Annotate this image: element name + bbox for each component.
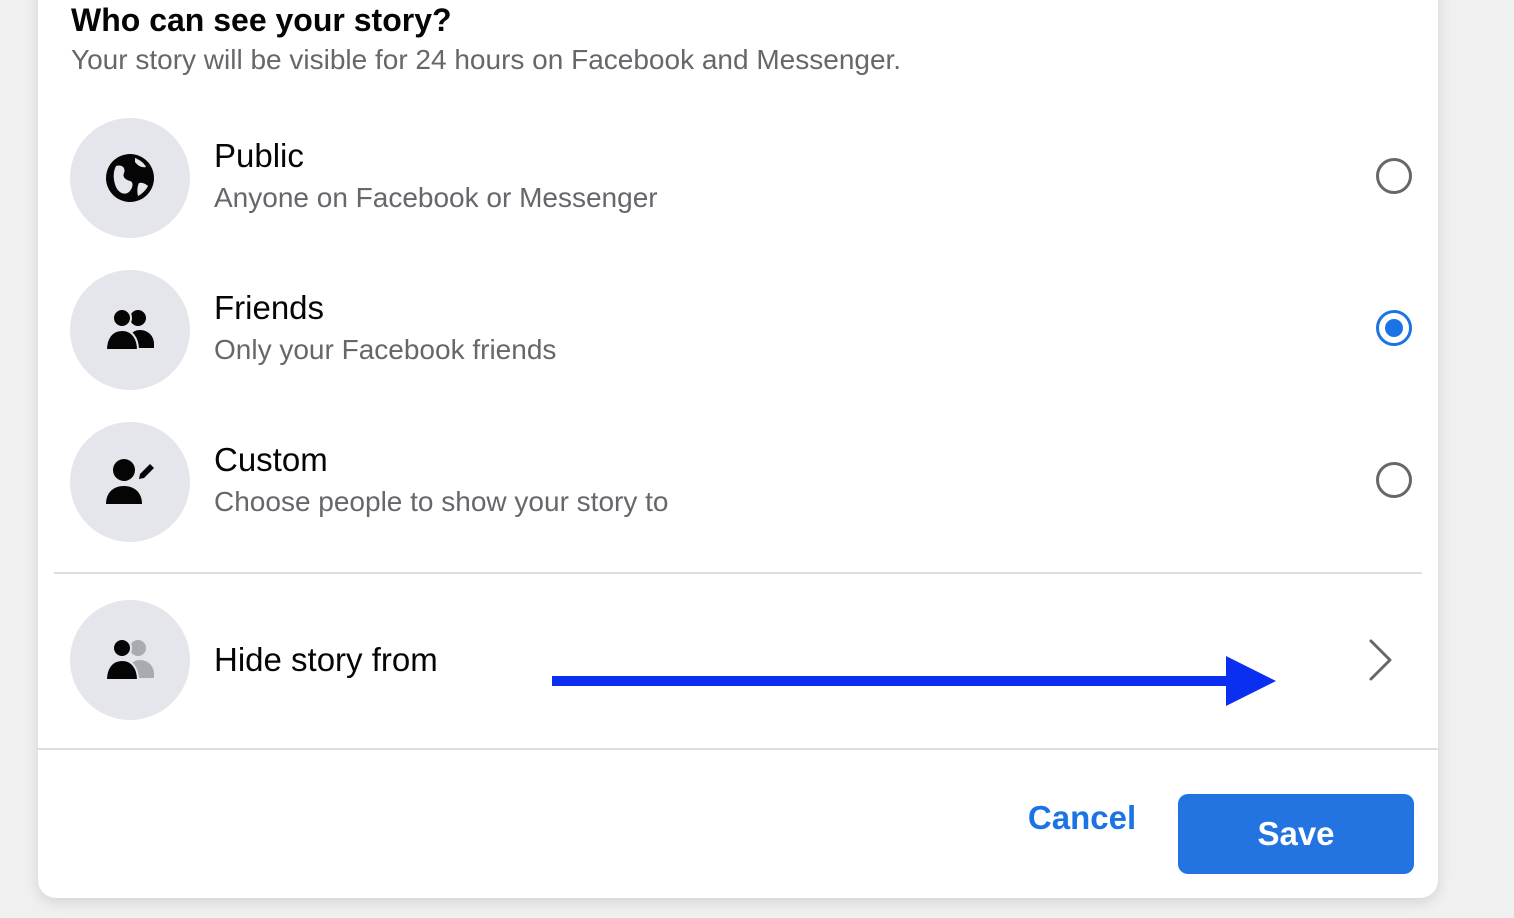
option-custom-title: Custom [214,441,328,478]
option-public[interactable]: Public Anyone on Facebook or Messenger [70,118,1412,238]
person-edit-icon [70,422,190,542]
friends-hidden-icon [70,600,190,720]
option-friends-title: Friends [214,289,325,326]
friends-icon [70,270,190,390]
hide-story-from-row[interactable]: Hide story from [70,600,1406,720]
radio-public[interactable] [1376,158,1412,194]
section-divider [54,572,1422,574]
option-public-subtitle: Anyone on Facebook or Messenger [214,182,658,213]
footer-divider [38,748,1438,750]
dialog-heading: Who can see your story? [71,2,452,38]
option-public-title: Public [214,137,304,174]
option-custom-subtitle: Choose people to show your story to [214,486,669,517]
option-friends[interactable]: Friends Only your Facebook friends [70,270,1412,390]
radio-friends[interactable] [1376,310,1412,346]
option-friends-subtitle: Only your Facebook friends [214,334,557,365]
option-custom[interactable]: Custom Choose people to show your story … [70,422,1412,542]
annotation-arrow-icon [552,656,1276,706]
chevron-right-icon[interactable] [1368,638,1394,682]
hide-story-from-label: Hide story from [214,641,438,678]
cancel-button[interactable]: Cancel [1014,790,1150,846]
globe-icon [70,118,190,238]
dialog-subheading: Your story will be visible for 24 hours … [71,44,902,75]
save-button[interactable]: Save [1178,794,1414,874]
radio-custom[interactable] [1376,462,1412,498]
story-privacy-dialog: Who can see your story? Your story will … [38,0,1438,898]
